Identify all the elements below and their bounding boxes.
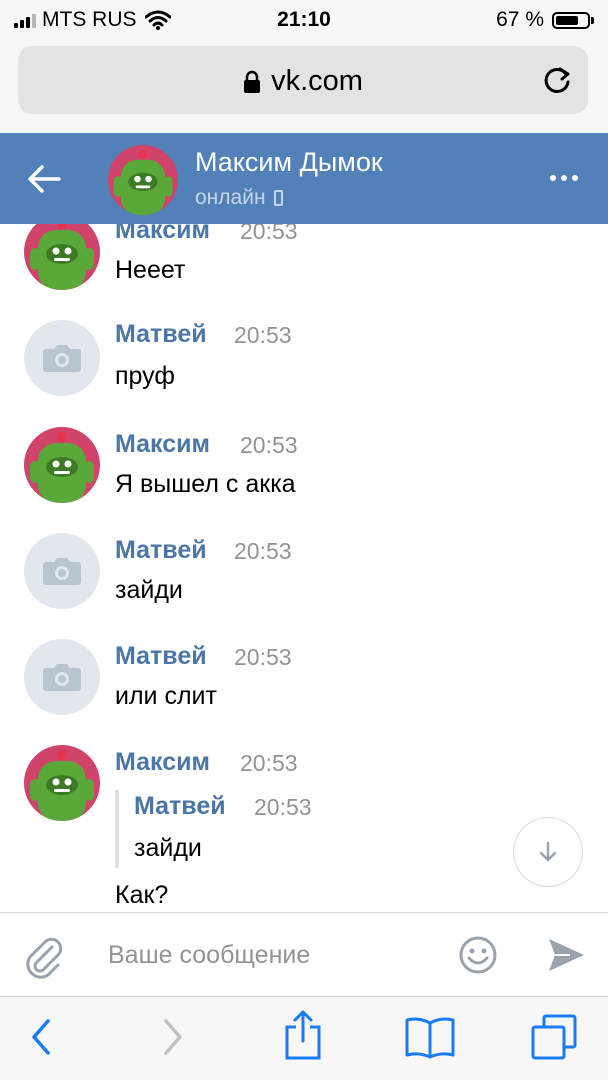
message-time: 20:53	[234, 322, 292, 348]
message-input[interactable]: Ваше сообщение	[108, 941, 310, 970]
avatar[interactable]	[24, 224, 100, 290]
mobile-icon	[273, 190, 283, 206]
quote-text: зайди	[134, 834, 202, 862]
camera-icon	[43, 345, 81, 372]
scroll-down-button[interactable]	[513, 817, 583, 887]
chat-header: Максим Дымок онлайн	[0, 133, 608, 224]
smile-icon[interactable]	[458, 935, 498, 975]
message-author[interactable]: Максим	[115, 430, 210, 459]
message-author[interactable]: Максим	[115, 224, 210, 245]
share-icon[interactable]	[282, 1009, 324, 1061]
bookmarks-icon[interactable]	[404, 1015, 456, 1059]
tabs-icon[interactable]	[530, 1013, 578, 1061]
cactus-avatar-icon	[24, 745, 100, 821]
cactus-avatar-icon	[108, 145, 178, 215]
avatar[interactable]	[24, 320, 100, 396]
chat-title: Максим Дымок	[195, 147, 383, 177]
avatar[interactable]	[24, 533, 100, 609]
camera-icon	[43, 558, 81, 585]
message-author[interactable]: Матвей	[115, 642, 207, 671]
quote-author[interactable]: Матвей	[134, 792, 226, 821]
browser-toolbar	[0, 996, 608, 1080]
status-bar: MTS RUS 21:10 67 %	[0, 0, 608, 40]
message-time: 20:53	[240, 432, 298, 458]
chat-avatar[interactable]	[108, 145, 178, 215]
message-time: 20:53	[234, 644, 292, 670]
battery-status: 67 %	[496, 8, 594, 32]
message-time: 20:53	[240, 750, 298, 776]
online-status: онлайн	[195, 186, 283, 210]
paperclip-icon[interactable]	[22, 933, 64, 979]
message-author[interactable]: Матвей	[115, 320, 207, 349]
message-text: Нееет	[115, 256, 186, 284]
avatar[interactable]	[24, 745, 100, 821]
quote-time: 20:53	[254, 794, 312, 820]
address-bar[interactable]: vk.com	[18, 46, 588, 114]
more-icon[interactable]	[550, 175, 578, 181]
message-text: Я вышел с акка	[115, 470, 296, 498]
url-label: vk.com	[18, 65, 588, 98]
camera-icon	[43, 664, 81, 691]
safari-back-icon[interactable]	[28, 1017, 54, 1057]
lock-icon	[244, 71, 261, 94]
battery-label: 67 %	[496, 8, 544, 31]
message-author[interactable]: Матвей	[115, 536, 207, 565]
avatar[interactable]	[24, 639, 100, 715]
message-text: или слит	[115, 682, 217, 710]
avatar[interactable]	[24, 427, 100, 503]
safari-forward-icon[interactable]	[160, 1017, 186, 1057]
back-arrow-icon[interactable]	[26, 161, 62, 197]
browser-bar: vk.com	[0, 40, 608, 133]
message-time: 20:53	[234, 538, 292, 564]
message-time: 20:53	[240, 224, 298, 244]
composer: Ваше сообщение	[0, 912, 608, 997]
send-icon[interactable]	[546, 935, 586, 975]
message-text: Как?	[115, 881, 169, 909]
forwarded-message[interactable]: Матвей 20:53 зайди	[115, 790, 415, 868]
cactus-avatar-icon	[24, 224, 100, 290]
quote-bar	[115, 790, 119, 868]
url-text: vk.com	[271, 65, 363, 97]
message-list[interactable]: Максим 20:53 Нееет Матвей 20:53 пруф Мак…	[0, 224, 608, 912]
online-label: онлайн	[195, 186, 266, 209]
message-text: пруф	[115, 362, 175, 390]
message-author[interactable]: Максим	[115, 748, 210, 777]
chevron-down-icon	[539, 841, 557, 862]
cactus-avatar-icon	[24, 427, 100, 503]
battery-icon	[552, 11, 590, 29]
reload-icon[interactable]	[540, 63, 574, 97]
message-text: зайди	[115, 576, 183, 604]
